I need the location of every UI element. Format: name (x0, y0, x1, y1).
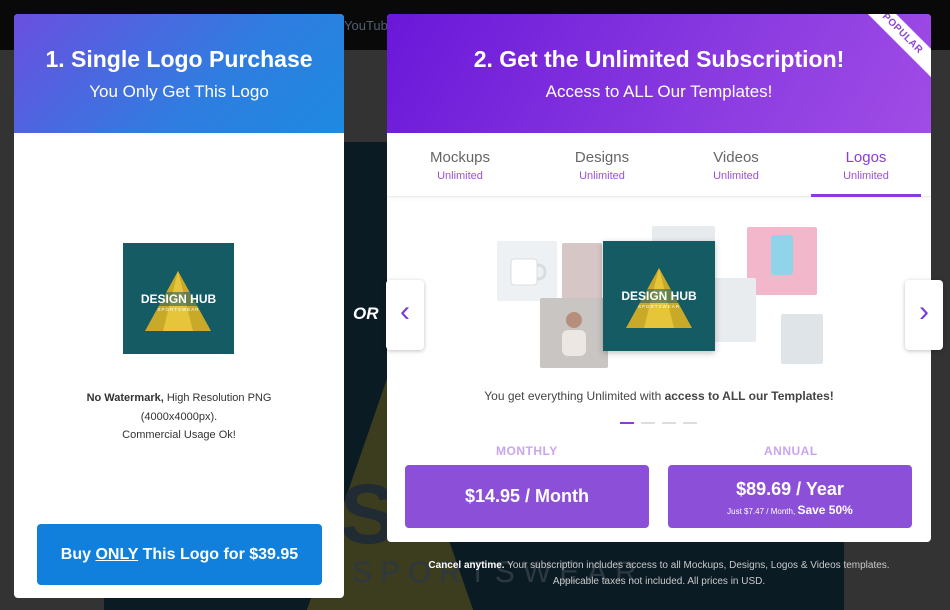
tab-logos-label: Logos (845, 149, 887, 166)
buy-suffix: This Logo for $39.95 (138, 545, 299, 563)
single-logo-header: 1. Single Logo Purchase You Only Get Thi… (14, 14, 344, 133)
unlimited-prefix: You get everything Unlimited with (484, 389, 665, 403)
subscription-footnote: Cancel anytime. Your subscription includ… (387, 558, 931, 590)
subscription-subtitle: Access to ALL Our Templates! (545, 82, 773, 101)
desc-line3: Commercial Usage Ok! (122, 429, 236, 441)
chevron-right-icon: › (919, 295, 929, 328)
logo-title-text: DESIGN HUB (141, 292, 217, 306)
footnote-line2: Applicable taxes not included. All price… (552, 576, 766, 587)
carousel-next-button[interactable]: › (905, 280, 943, 350)
phone-icon (771, 235, 793, 275)
tab-designs[interactable]: Designs Unlimited (533, 133, 671, 197)
logo-preview: DESIGN HUB SPORTSWEAR (123, 243, 234, 354)
tablet-hand-thumb (562, 243, 602, 301)
monthly-price: $14.95 / Month (464, 486, 590, 506)
tab-videos-label: Videos (713, 149, 759, 166)
tab-videos-sub: Unlimited (713, 170, 759, 182)
logo-template-preview: DESIGN HUB SPORTSWEAR (603, 241, 715, 351)
phone-pink-thumb (747, 227, 817, 295)
subscription-header: 2. Get the Unlimited Subscription! Acces… (387, 14, 931, 133)
subscription-title: 2. Get the Unlimited Subscription! (473, 46, 845, 72)
annual-price: $89.69 / Year (736, 479, 844, 499)
design-hub-logo-icon: DESIGN HUB SPORTSWEAR (617, 268, 701, 328)
carousel-dot[interactable] (683, 422, 697, 424)
design-hub-logo-icon: DESIGN HUB SPORTSWEAR (137, 271, 220, 331)
tab-mockups[interactable]: Mockups Unlimited (387, 133, 533, 197)
template-tabs: Mockups Unlimited Designs Unlimited Vide… (387, 133, 931, 197)
footnote-line1: Your subscription includes access to all… (504, 560, 890, 571)
carousel-dot[interactable] (620, 422, 634, 424)
desc-rest: High Resolution PNG (166, 392, 272, 404)
tab-logos-sub: Unlimited (843, 170, 889, 182)
annual-save: Save 50% (797, 503, 853, 517)
desc-line2: (4000x4000px). (140, 410, 218, 423)
unlimited-description: You get everything Unlimited with access… (387, 389, 931, 403)
tab-designs-sub: Unlimited (579, 170, 625, 182)
person-icon (562, 312, 586, 356)
carousel-dot[interactable] (641, 422, 655, 424)
monthly-plan-button[interactable]: $14.95 / Month (405, 465, 649, 528)
unlimited-bold: access to ALL our Templates! (664, 389, 834, 403)
single-logo-title: 1. Single Logo Purchase (45, 46, 313, 72)
or-divider-label: OR (353, 304, 379, 323)
logo-sub-text: SPORTSWEAR (158, 307, 200, 312)
annual-plan-button[interactable]: $89.69 / Year Just $7.47 / Month, Save 5… (668, 465, 912, 528)
mug-icon (510, 258, 547, 286)
single-logo-description: No Watermark, High Resolution PNG (4000x… (14, 389, 344, 445)
monthly-label: MONTHLY (496, 444, 558, 458)
logo-title-text: DESIGN HUB (621, 289, 697, 303)
tab-videos[interactable]: Videos Unlimited (671, 133, 801, 197)
carousel-dot[interactable] (662, 422, 676, 424)
carousel-prev-button[interactable]: ‹ (386, 280, 424, 350)
annual-label: ANNUAL (764, 444, 818, 458)
single-logo-subtitle: You Only Get This Logo (89, 82, 269, 101)
buy-prefix: Buy (60, 545, 96, 563)
single-logo-card: 1. Single Logo Purchase You Only Get Thi… (14, 14, 344, 598)
tab-designs-label: Designs (574, 149, 630, 166)
tablet-mockup-thumb (781, 314, 823, 364)
tab-logos[interactable]: Logos Unlimited (811, 133, 921, 197)
person-photo-thumb (540, 298, 608, 368)
tab-mockups-label: Mockups (429, 149, 491, 166)
chevron-left-icon: ‹ (400, 295, 410, 328)
tab-mockups-sub: Unlimited (437, 170, 483, 182)
buy-only: ONLY (95, 545, 139, 563)
mug-mockup-thumb (497, 241, 557, 301)
annual-note-text: Just $7.47 / Month, (727, 507, 796, 516)
desc-bold: No Watermark, (86, 392, 164, 404)
logo-sub-text: SPORTSWEAR (638, 304, 680, 309)
tshirt-mockup-thumb (711, 278, 756, 342)
annual-note: Just $7.47 / Month, Save 50% (668, 503, 912, 517)
buy-logo-button[interactable]: Buy ONLY This Logo for $39.95 (37, 524, 322, 585)
footnote-bold: Cancel anytime. (428, 560, 505, 571)
